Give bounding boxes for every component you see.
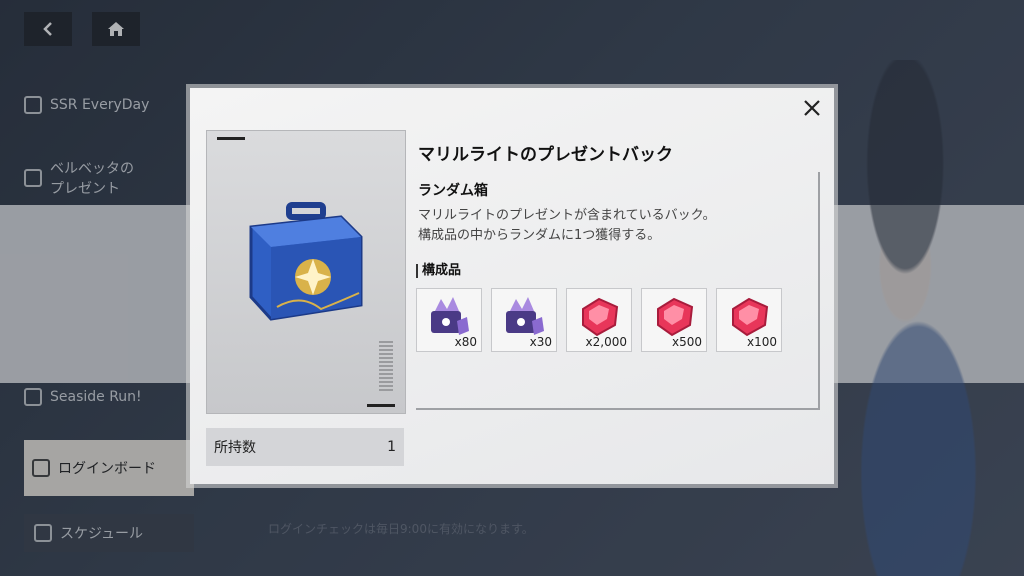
close-icon <box>804 100 820 116</box>
reward-qty: x2,000 <box>585 335 627 349</box>
item-detail-area: ランダム箱 マリルライトのプレゼントが含まれているバック。 構成品の中からランダ… <box>416 172 820 410</box>
reward-item[interactable]: x80 <box>416 288 482 352</box>
item-description: マリルライトのプレゼントが含まれているバック。 構成品の中からランダムに1つ獲得… <box>418 208 716 243</box>
close-button[interactable] <box>800 98 824 122</box>
red-gem-icon <box>657 297 694 337</box>
reward-qty: x30 <box>529 335 552 349</box>
red-gem-icon <box>732 297 769 337</box>
item-type: ランダム箱 <box>418 183 488 199</box>
reward-item[interactable]: x500 <box>641 288 707 352</box>
reward-item[interactable]: x30 <box>491 288 557 352</box>
present-box-icon <box>249 202 363 321</box>
reward-item[interactable]: x100 <box>716 288 782 352</box>
contents-label: 構成品 <box>416 264 461 278</box>
reward-item[interactable]: x2,000 <box>566 288 632 352</box>
barcode-decor <box>379 341 393 391</box>
owned-count-row: 所持数 1 <box>206 428 404 466</box>
reward-qty: x80 <box>454 335 477 349</box>
decor-bar <box>217 137 245 140</box>
reward-qty: x100 <box>746 335 777 349</box>
item-title: マリルライトのプレゼントバック <box>418 145 673 165</box>
owned-count: 1 <box>387 439 396 455</box>
decor-bar <box>367 404 395 407</box>
item-detail-modal: 所持数 1 マリルライトのプレゼントバック ランダム箱 マリルライトのプレゼント… <box>190 88 834 484</box>
item-image-panel <box>206 130 406 414</box>
purple-crystal-chest-icon <box>506 297 544 335</box>
owned-label: 所持数 <box>214 440 256 456</box>
red-gem-icon <box>582 297 619 337</box>
purple-crystal-chest-icon <box>431 297 469 335</box>
reward-qty: x500 <box>671 335 702 349</box>
